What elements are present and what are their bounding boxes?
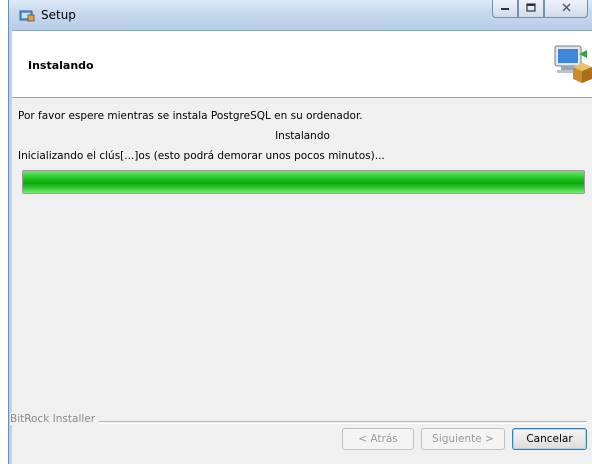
computer-package-icon [549, 41, 592, 85]
cancel-button[interactable]: Cancelar [512, 428, 587, 450]
progress-fill [23, 171, 584, 193]
wizard-header: Instalando [12, 31, 592, 98]
install-message: Por favor espere mientras se instala Pos… [18, 110, 363, 122]
maximize-button[interactable] [518, 0, 544, 18]
page-title: Instalando [28, 59, 94, 72]
minimize-button[interactable] [492, 0, 518, 18]
maximize-icon [526, 2, 536, 15]
install-status: Instalando [275, 130, 330, 142]
install-progress-bar [22, 170, 585, 194]
window-title: Setup [41, 8, 76, 22]
caption-buttons [492, 0, 588, 22]
minimize-icon [500, 3, 510, 14]
title-bar[interactable]: Setup [9, 0, 592, 30]
dialog-client-area: Instalando Por favor espere mientras se … [10, 30, 592, 464]
next-button[interactable]: Siguiente > [421, 428, 505, 450]
back-button[interactable]: < Atrás [342, 428, 414, 450]
setup-icon [19, 8, 35, 22]
brand-label: BitRock Installer [10, 413, 100, 425]
close-icon [562, 3, 571, 15]
close-button[interactable] [544, 0, 588, 18]
install-detail: Inicializando el clús[...]os (esto podrá… [18, 150, 385, 162]
setup-window: Setup Instalando Por favor espere mientr… [8, 0, 592, 464]
